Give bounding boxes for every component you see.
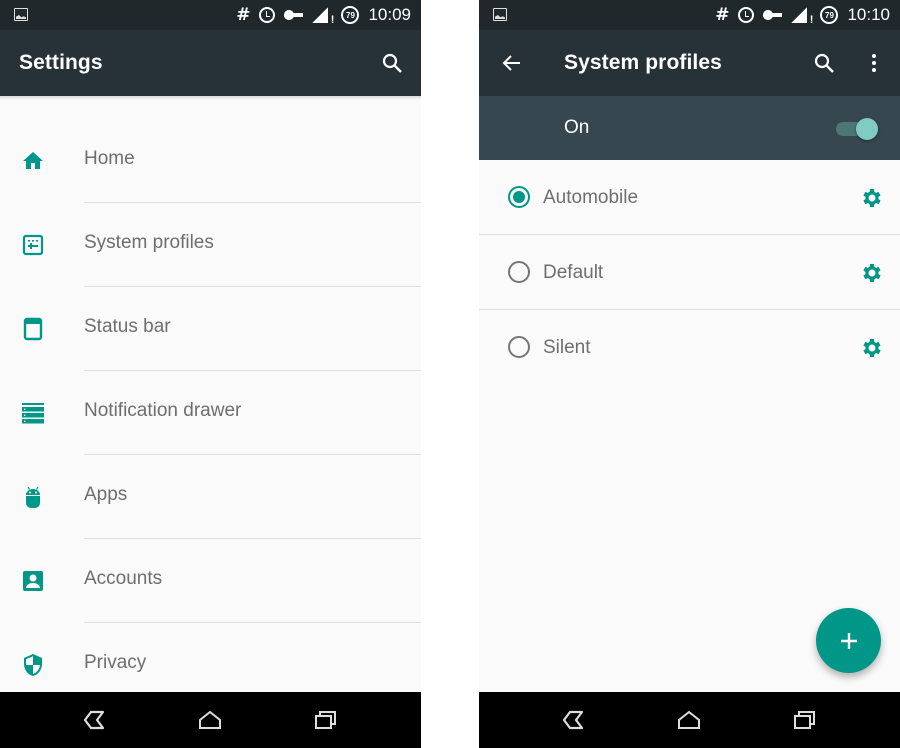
profile-settings-button[interactable]	[860, 261, 884, 285]
app-bar: System profiles	[479, 30, 900, 96]
image-notification-icon	[493, 8, 507, 21]
appbar-shadow	[0, 96, 421, 100]
profile-row-silent[interactable]: Silent	[479, 310, 900, 385]
navigation-bar	[479, 692, 900, 748]
system-profiles-icon	[21, 233, 45, 257]
back-icon	[83, 710, 105, 730]
nav-home-button[interactable]	[669, 704, 709, 736]
hash-icon: #	[715, 5, 730, 25]
shield-icon	[21, 653, 45, 677]
settings-item-label: System profiles	[84, 232, 214, 253]
settings-item-privacy[interactable]: Privacy	[0, 623, 421, 692]
settings-item-label: Apps	[84, 484, 128, 505]
settings-item-label: Status bar	[84, 316, 171, 337]
notification-drawer-icon	[21, 401, 45, 425]
signal-icon	[791, 7, 813, 26]
profile-row-default[interactable]: Default	[479, 235, 900, 310]
radio-button-checked[interactable]	[508, 186, 530, 208]
battery-icon: 79	[820, 6, 839, 24]
hash-icon: #	[236, 5, 251, 25]
radio-button-unchecked[interactable]	[508, 336, 530, 358]
image-notification-icon	[14, 8, 28, 21]
account-box-icon	[21, 569, 45, 593]
search-button[interactable]	[376, 47, 408, 79]
add-icon	[840, 632, 857, 649]
nav-recents-button[interactable]	[785, 704, 825, 736]
nav-recents-button[interactable]	[306, 704, 346, 736]
nav-home-button[interactable]	[190, 704, 230, 736]
settings-list: Personal Home System profiles Status bar	[0, 96, 421, 692]
switch-thumb	[856, 118, 878, 140]
profile-row-automobile[interactable]: Automobile	[479, 160, 900, 235]
home-nav-icon	[678, 710, 700, 729]
radio-button-unchecked[interactable]	[508, 261, 530, 283]
settings-item-label: Home	[84, 148, 135, 169]
home-icon	[21, 149, 45, 173]
profile-settings-button[interactable]	[860, 186, 884, 210]
search-icon	[814, 53, 834, 73]
settings-item-accounts[interactable]: Accounts	[0, 539, 421, 623]
gear-icon	[863, 189, 881, 207]
profile-label: Default	[543, 262, 604, 283]
profile-label: Silent	[543, 337, 591, 358]
battery-icon: 79	[341, 6, 360, 24]
gear-icon	[863, 339, 881, 357]
profile-settings-button[interactable]	[860, 336, 884, 360]
settings-item-status-bar[interactable]: Status bar	[0, 287, 421, 371]
system-profiles-screen: # 79 10:10 System profiles On Automobile	[479, 0, 900, 748]
status-bar: # 79 10:10	[479, 0, 900, 30]
nav-back-button[interactable]	[74, 704, 114, 736]
app-bar: Settings	[0, 30, 421, 96]
signal-icon	[312, 7, 334, 26]
settings-item-notification-drawer[interactable]: Notification drawer	[0, 371, 421, 455]
status-bar-icon	[21, 317, 45, 341]
vpn-key-icon	[284, 10, 304, 20]
settings-screen: # 79 10:09 Personal Home System profiles	[0, 0, 421, 748]
master-switch-label: On	[564, 117, 590, 138]
status-bar: # 79 10:09	[0, 0, 421, 30]
page-title: Settings	[19, 51, 103, 74]
overflow-menu-button[interactable]	[858, 47, 890, 79]
settings-item-label: Privacy	[84, 652, 147, 673]
search-button[interactable]	[808, 47, 840, 79]
settings-item-system-profiles[interactable]: System profiles	[0, 203, 421, 287]
arrow-back-icon	[502, 55, 520, 71]
page-title: System profiles	[564, 51, 722, 74]
android-icon	[21, 485, 45, 509]
status-time: 10:09	[368, 5, 411, 24]
recents-icon	[794, 711, 815, 729]
navigation-bar	[0, 692, 421, 748]
master-toggle-switch[interactable]	[834, 117, 878, 140]
search-icon	[382, 53, 402, 73]
settings-item-home[interactable]: Home	[0, 119, 421, 203]
back-icon	[562, 710, 584, 730]
home-nav-icon	[199, 710, 221, 729]
alarm-icon	[259, 7, 276, 23]
alarm-icon	[738, 7, 755, 23]
settings-item-label: Accounts	[84, 568, 163, 589]
gear-icon	[863, 264, 881, 282]
add-profile-fab[interactable]	[816, 608, 881, 673]
settings-item-apps[interactable]: Apps	[0, 455, 421, 539]
profile-label: Automobile	[543, 187, 639, 208]
settings-item-label: Notification drawer	[84, 400, 242, 421]
nav-back-button[interactable]	[553, 704, 593, 736]
master-switch-bar[interactable]: On	[479, 96, 900, 160]
vpn-key-icon	[763, 10, 783, 20]
recents-icon	[315, 711, 336, 729]
status-time: 10:10	[847, 5, 890, 24]
more-vert-icon	[872, 54, 876, 72]
back-button[interactable]	[496, 47, 528, 79]
